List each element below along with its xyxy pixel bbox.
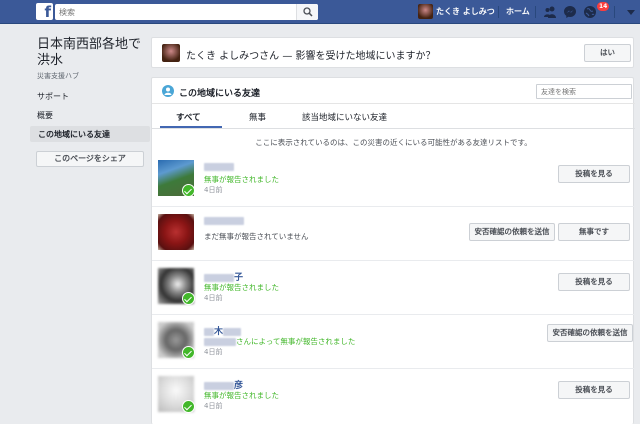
- safe-check-icon: [182, 400, 195, 413]
- view-post-button[interactable]: 投稿を見る: [558, 381, 630, 399]
- divider: [614, 6, 615, 18]
- divider: [152, 368, 635, 369]
- user-avatar[interactable]: [418, 4, 433, 19]
- divider: [152, 206, 635, 207]
- search-button[interactable]: [296, 4, 318, 20]
- friend-search-input[interactable]: [537, 85, 629, 98]
- safe-check-icon: [182, 184, 195, 197]
- globe-icon[interactable]: [583, 5, 597, 19]
- page-subtitle[interactable]: 災害支援ハブ: [37, 71, 79, 81]
- friend-avatar[interactable]: [158, 214, 194, 250]
- redacted-name: [204, 216, 244, 225]
- divider: [498, 6, 499, 18]
- section-title: この地域にいる友達: [179, 89, 261, 99]
- top-navigation-bar: f たくき よしみつ ホーム 14: [0, 0, 640, 24]
- view-post-button[interactable]: 投稿を見る: [558, 165, 630, 183]
- redacted-name: [223, 327, 242, 336]
- safety-question-card: たくき よしみつさん — 影響を受けた地域にいますか？ はい: [151, 37, 634, 68]
- info-text: ここに表示されているのは、この災害の近くにいる可能性がある友達リストです。: [255, 138, 532, 147]
- mark-safe-button[interactable]: 無事です: [558, 223, 630, 241]
- share-page-button[interactable]: このページをシェア: [36, 151, 144, 167]
- home-link[interactable]: ホーム: [506, 6, 530, 17]
- search-icon: [303, 7, 313, 17]
- timestamp[interactable]: 4日前: [204, 347, 222, 357]
- status-text: 無事が報告されました: [204, 175, 279, 184]
- safe-check-icon: [182, 346, 195, 359]
- status-text: 無事が報告されました: [204, 391, 279, 400]
- divider: [152, 128, 635, 129]
- status-text: さんによって無事が報告されました: [204, 336, 355, 347]
- profile-link[interactable]: たくき よしみつ: [436, 6, 495, 17]
- safe-check-icon: [182, 292, 195, 305]
- list-item: 木 さんによって無事が報告されました 4日前 安否確認の依頼を送信: [152, 314, 635, 367]
- redacted-name: [204, 381, 234, 390]
- chevron-down-icon[interactable]: [627, 10, 635, 15]
- friends-icon[interactable]: [543, 5, 557, 19]
- list-item: 彦 無事が報告されました 4日前 投稿を見る: [152, 368, 635, 421]
- divider: [152, 260, 635, 261]
- page-title: 日本南西部各地で洪水: [37, 37, 142, 68]
- sidebar-item-overview[interactable]: 概要: [37, 110, 53, 121]
- people-icon: [162, 85, 174, 97]
- timestamp[interactable]: 4日前: [204, 293, 222, 303]
- messenger-icon[interactable]: [563, 5, 577, 19]
- divider: [152, 314, 635, 315]
- request-safety-check-button[interactable]: 安否確認の依頼を送信: [469, 223, 555, 241]
- yes-button[interactable]: はい: [584, 44, 631, 62]
- request-safety-check-button[interactable]: 安否確認の依頼を送信: [547, 324, 633, 342]
- friend-search-box: [536, 84, 632, 99]
- friend-name[interactable]: [204, 162, 234, 172]
- timestamp[interactable]: 4日前: [204, 185, 222, 195]
- divider: [152, 103, 635, 104]
- redacted-name: [204, 162, 234, 171]
- friends-in-area-card: この地域にいる友達 すべて 無事 該当地域にいない友達 ここに表示されているのは…: [151, 77, 635, 424]
- tab-safe[interactable]: 無事: [249, 111, 266, 123]
- status-text: 無事が報告されました: [204, 283, 279, 292]
- tab-all[interactable]: すべて: [176, 111, 201, 123]
- avatar: [162, 44, 180, 62]
- friend-name[interactable]: [204, 216, 244, 226]
- tab-not-in-area[interactable]: 該当地域にいない友達: [302, 111, 387, 123]
- redacted-name: [204, 338, 236, 346]
- sidebar-item-support[interactable]: サポート: [37, 91, 69, 102]
- notification-badge: 14: [597, 2, 610, 11]
- facebook-logo[interactable]: f: [36, 3, 53, 20]
- list-item: 子 無事が報告されました 4日前 投稿を見る: [152, 260, 635, 313]
- redacted-name: [204, 273, 234, 282]
- list-item: まだ無事が報告されていません 安否確認の依頼を送信 無事です: [152, 206, 635, 259]
- search-box: [55, 4, 318, 20]
- redacted-name: [204, 327, 214, 336]
- divider: [535, 6, 536, 18]
- view-post-button[interactable]: 投稿を見る: [558, 273, 630, 291]
- sidebar-item-label: この地域にいる友達: [38, 130, 110, 139]
- status-text: まだ無事が報告されていません: [204, 232, 309, 241]
- search-input[interactable]: [55, 4, 291, 20]
- safety-question-text: たくき よしみつさん — 影響を受けた地域にいますか？: [186, 51, 436, 62]
- list-item: 無事が報告されました 4日前 投稿を見る: [152, 152, 635, 205]
- timestamp[interactable]: 4日前: [204, 401, 222, 411]
